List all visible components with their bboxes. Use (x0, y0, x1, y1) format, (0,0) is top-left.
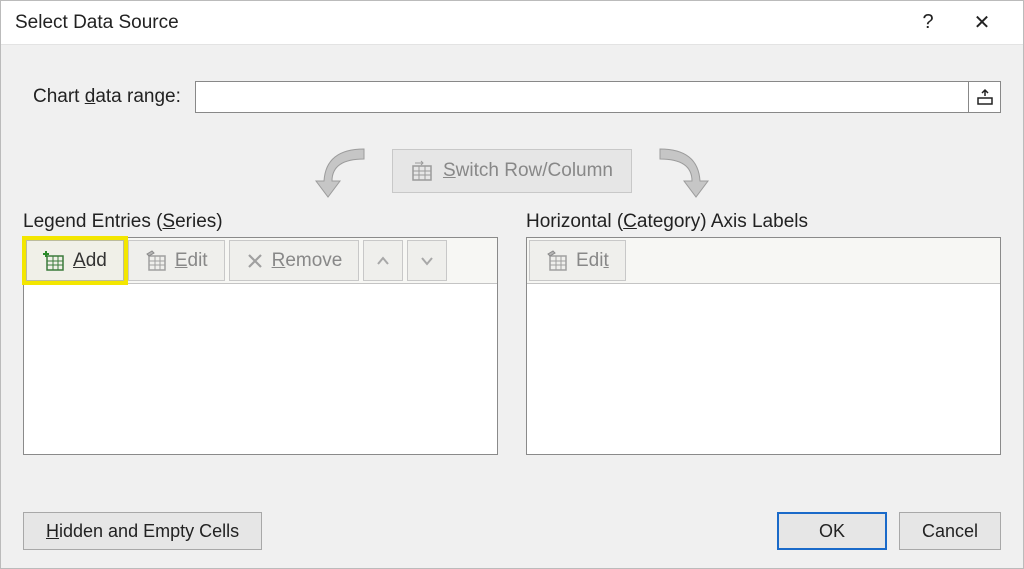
add-series-icon (43, 250, 65, 272)
legend-entries-list[interactable] (24, 284, 497, 454)
titlebar: Select Data Source ? ✕ (1, 1, 1023, 45)
ok-button[interactable]: OK (777, 512, 887, 550)
dialog-footer: Hidden and Empty Cells OK Cancel (23, 512, 1001, 550)
footer-left: Hidden and Empty Cells (23, 512, 765, 550)
cancel-label: Cancel (922, 521, 978, 542)
arrow-right-icon (642, 141, 728, 201)
switch-label: Switch Row/Column (443, 160, 613, 182)
edit-series-button[interactable]: Edit (128, 240, 225, 281)
dialog-body: Chart data range: Switch Row/Colum (1, 45, 1023, 473)
add-series-button[interactable]: Add (26, 240, 124, 281)
chart-data-range-row: Chart data range: (33, 81, 1001, 113)
cancel-button[interactable]: Cancel (899, 512, 1001, 550)
collapse-range-icon (976, 88, 994, 106)
close-button[interactable]: ✕ (955, 1, 1009, 45)
add-label: Add (73, 250, 107, 272)
category-axis-box: Edit (526, 237, 1001, 455)
arrow-left-icon (296, 141, 382, 201)
chart-data-range-input-wrap (195, 81, 1001, 113)
move-up-button[interactable] (363, 240, 403, 281)
category-axis-label: Horizontal (Category) Axis Labels (526, 211, 1001, 233)
remove-label: Remove (272, 250, 343, 272)
dialog-title: Select Data Source (15, 12, 901, 34)
switch-icon (411, 160, 433, 182)
category-toolbar: Edit (527, 238, 1000, 284)
legend-entries-section: Legend Entries (Series) Add (23, 211, 498, 455)
close-icon: ✕ (974, 10, 991, 35)
chevron-down-icon (419, 253, 435, 269)
ok-label: OK (819, 521, 845, 542)
edit-series-label: Edit (175, 250, 208, 272)
legend-entries-label: Legend Entries (Series) (23, 211, 498, 233)
legend-toolbar: Add Edit Remove (24, 238, 497, 284)
edit-series-icon (145, 250, 167, 272)
edit-category-icon (546, 250, 568, 272)
hidden-empty-cells-button[interactable]: Hidden and Empty Cells (23, 512, 262, 550)
legend-entries-box: Add Edit Remove (23, 237, 498, 455)
hidden-cells-label: Hidden and Empty Cells (46, 521, 239, 542)
help-button[interactable]: ? (901, 1, 955, 45)
category-axis-section: Horizontal (Category) Axis Labels Edit (526, 211, 1001, 455)
chart-data-range-input[interactable] (195, 81, 969, 113)
chevron-up-icon (375, 253, 391, 269)
remove-series-button[interactable]: Remove (229, 240, 360, 281)
select-data-source-dialog: Select Data Source ? ✕ Chart data range: (0, 0, 1024, 569)
switch-row: Switch Row/Column (23, 141, 1001, 201)
collapse-range-button[interactable] (969, 81, 1001, 113)
help-icon: ? (922, 11, 933, 34)
remove-series-icon (246, 252, 264, 270)
category-axis-list[interactable] (527, 284, 1000, 454)
edit-category-button[interactable]: Edit (529, 240, 626, 281)
sections: Legend Entries (Series) Add (23, 211, 1001, 455)
switch-row-column-button[interactable]: Switch Row/Column (392, 149, 632, 193)
move-down-button[interactable] (407, 240, 447, 281)
chart-data-range-label: Chart data range: (33, 86, 181, 108)
edit-category-label: Edit (576, 250, 609, 272)
